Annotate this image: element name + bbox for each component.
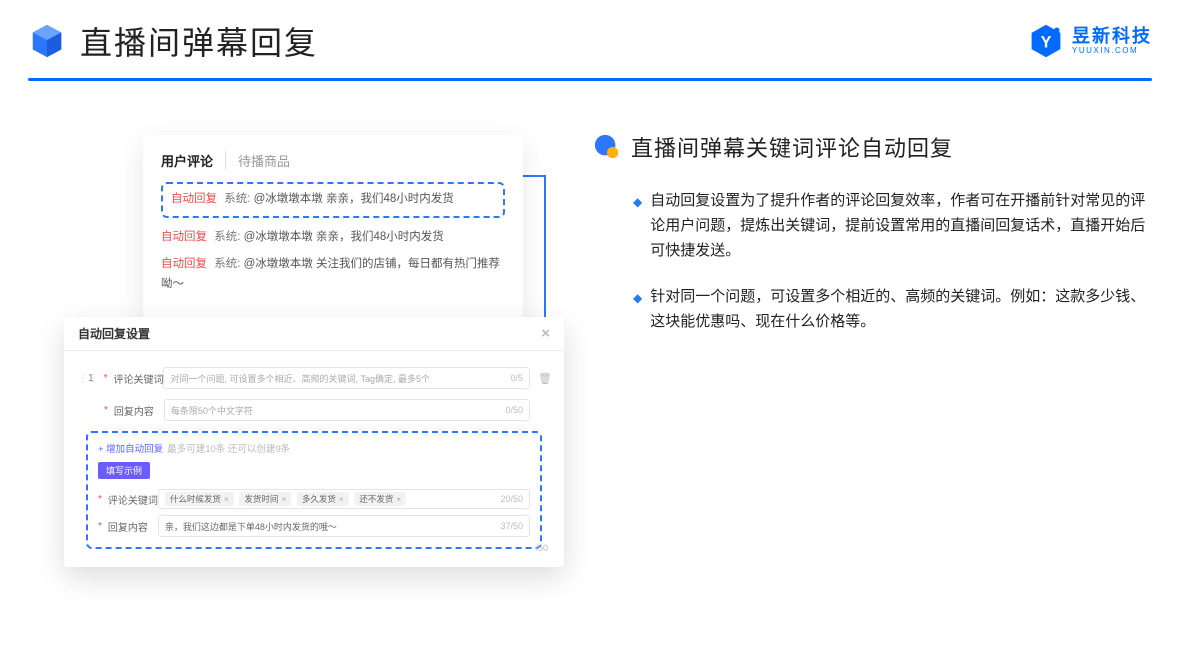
keyword-placeholder: 对同一个问题, 可设置多个相近、高频的关键词, Tag确定, 最多5个 (170, 372, 430, 385)
close-icon[interactable]: × (541, 325, 550, 342)
auto-reply-tag: 自动回复 (161, 258, 207, 270)
content-input[interactable]: 每条限50个中文字符 0/50 (164, 399, 530, 421)
example-content-input[interactable]: 亲，我们这边都是下单48小时内发货的哦～ 37/50 (158, 515, 530, 537)
chat-bubble-icon (593, 133, 621, 161)
section-title: 直播间弹幕关键词评论自动回复 (631, 131, 953, 163)
example-pill: 填写示例 (98, 462, 150, 479)
keyword-tag[interactable]: 多久发货× (297, 492, 349, 506)
logo-text: 昱新科技 (1072, 27, 1152, 45)
comment-text: @冰墩墩本墩 亲亲，我们48小时内发货 (244, 231, 444, 243)
required-icon: * (98, 521, 102, 532)
keyword-count: 0/5 (510, 373, 523, 383)
paragraph-1: 自动回复设置为了提升作者的评论回复效率，作者可在开播前针对常见的评论用户问题，提… (650, 189, 1152, 263)
bullet-icon: ◆ (633, 289, 642, 309)
example-keyword-input[interactable]: 什么时候发货× 发货时间× 多久发货× 还不发货× 20/50 (158, 489, 530, 509)
system-label: 系统: (214, 231, 240, 243)
example-keyword-label: 评论关键词 (108, 492, 158, 507)
paragraph-2: 针对同一个问题，可设置多个相近的、高频的关键词。例如：这款多少钱、这块能优惠吗、… (650, 285, 1152, 335)
tab-user-comments[interactable]: 用户评论 (161, 151, 226, 170)
content-label: 回复内容 (114, 403, 164, 418)
row-index: 1 (88, 373, 94, 384)
tab-products[interactable]: 待播商品 (226, 151, 290, 170)
keyword-tag[interactable]: 什么时候发货× (165, 492, 234, 506)
comment-text: @冰墩墩本墩 亲亲，我们48小时内发货 (254, 193, 454, 205)
required-icon: * (98, 494, 102, 505)
extra-counter: /50 (535, 543, 548, 553)
keyword-tag[interactable]: 还不发货× (354, 492, 406, 506)
content-count: 0/50 (505, 405, 523, 415)
bullet-icon: ◆ (633, 193, 642, 213)
settings-card: 自动回复设置 × ⋮⋮ 1 * 评论关键词 对同一个问题, 可设置多个相近、高频… (64, 317, 564, 567)
system-label: 系统: (214, 258, 240, 270)
logo-url: YUUXIN.COM (1072, 47, 1152, 55)
auto-reply-tag: 自动回复 (171, 193, 217, 205)
example-block: + 增加自动回复最多可建10条 还可以创建9条 填写示例 * 评论关键词 什么时… (86, 431, 542, 549)
cube-icon (28, 22, 66, 60)
system-label: 系统: (224, 193, 250, 205)
example-content-count: 37/50 (500, 521, 523, 531)
comment-highlight: 自动回复 系统: @冰墩墩本墩 亲亲，我们48小时内发货 (161, 182, 505, 218)
example-content-label: 回复内容 (108, 519, 158, 534)
comments-card: 用户评论 待播商品 自动回复 系统: @冰墩墩本墩 亲亲，我们48小时内发货 自… (143, 135, 523, 322)
example-keyword-count: 20/50 (500, 494, 523, 504)
keyword-input[interactable]: 对同一个问题, 可设置多个相近、高频的关键词, Tag确定, 最多5个 0/5 (163, 367, 530, 389)
auto-reply-tag: 自动回复 (161, 231, 207, 243)
example-content-text: 亲，我们这边都是下单48小时内发货的哦～ (165, 520, 337, 533)
required-icon: * (104, 405, 108, 416)
keyword-tag[interactable]: 发货时间× (239, 492, 291, 506)
add-reply-link[interactable]: + 增加自动回复最多可建10条 还可以创建9条 (98, 441, 530, 455)
keyword-label: 评论关键词 (113, 371, 163, 386)
logo: Y 昱新科技 YUUXIN.COM (1028, 23, 1152, 59)
drag-icon[interactable]: ⋮⋮ (78, 373, 84, 384)
delete-icon[interactable]: 🗑 (538, 372, 550, 385)
settings-title: 自动回复设置 (78, 325, 150, 342)
svg-text:Y: Y (1041, 33, 1052, 51)
comment-text: @冰墩墩本墩 关注我们的店铺，每日都有热门推荐呦～ (161, 258, 500, 290)
required-icon: * (104, 373, 108, 384)
content-placeholder: 每条限50个中文字符 (171, 404, 253, 417)
page-title: 直播间弹幕回复 (80, 18, 318, 64)
